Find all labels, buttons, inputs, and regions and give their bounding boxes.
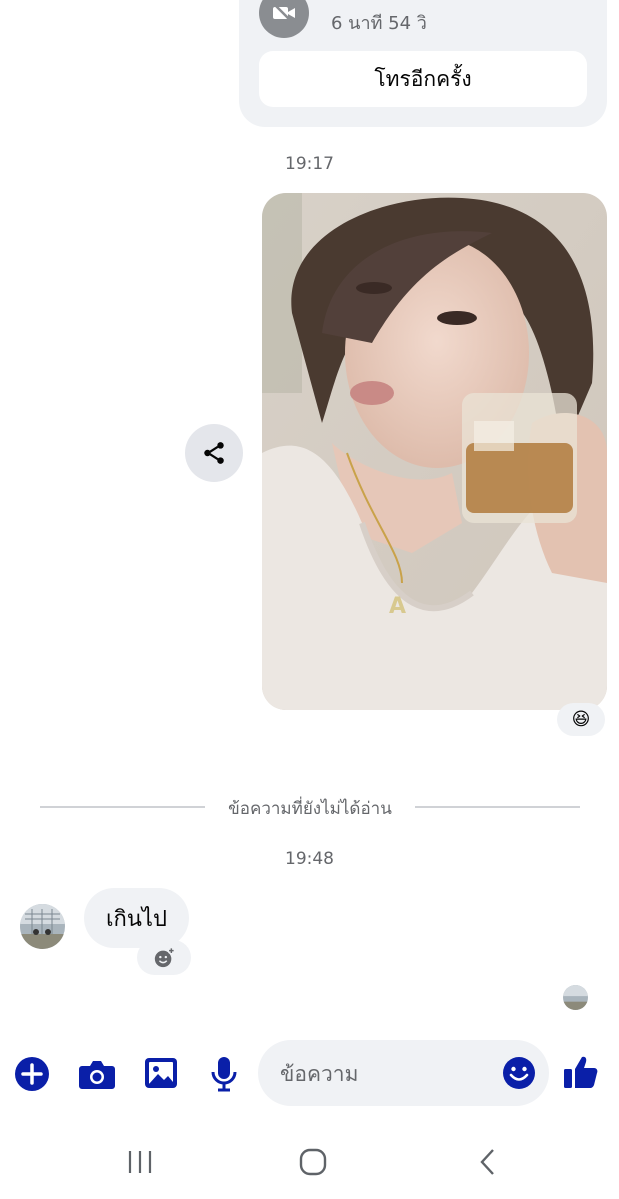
divider-line-left — [40, 806, 205, 808]
incoming-message-bubble[interactable]: เกินไป — [84, 888, 189, 948]
camera-icon[interactable] — [78, 1057, 116, 1091]
microphone-icon[interactable] — [210, 1056, 238, 1092]
add-reaction-button[interactable] — [137, 940, 191, 975]
share-button[interactable] — [185, 424, 243, 482]
plus-icon[interactable] — [14, 1056, 50, 1092]
video-camera-off-icon — [259, 0, 309, 38]
call-summary-card: 6 นาที 54 วิ โทรอีกครั้ง — [239, 0, 607, 127]
message-input[interactable] — [278, 1040, 497, 1108]
photo-image: A — [262, 193, 607, 710]
recent-apps-icon[interactable] — [110, 1140, 170, 1184]
message-input-container[interactable] — [258, 1040, 549, 1108]
image-icon[interactable] — [144, 1057, 178, 1089]
divider-line-right — [415, 806, 580, 808]
seen-avatar — [563, 985, 588, 1010]
photo-reaction[interactable]: 😆 — [557, 703, 605, 736]
unread-divider-label: ข้อความที่ยังไม่ได้อ่าน — [228, 799, 392, 819]
call-again-button[interactable]: โทรอีกครั้ง — [259, 51, 587, 107]
emoji-icon[interactable] — [502, 1056, 536, 1090]
thumbs-up-icon[interactable] — [563, 1054, 599, 1090]
timestamp: 19:48 — [285, 849, 334, 869]
home-icon[interactable] — [283, 1140, 343, 1184]
avatar[interactable] — [20, 904, 65, 949]
add-emoji-icon — [154, 946, 175, 967]
back-icon[interactable] — [458, 1140, 518, 1184]
share-icon — [204, 442, 224, 464]
timestamp: 19:17 — [285, 154, 334, 174]
shared-photo[interactable]: A — [262, 193, 607, 710]
svg-text:A: A — [389, 594, 406, 619]
call-duration: 6 นาที 54 วิ — [331, 13, 427, 34]
